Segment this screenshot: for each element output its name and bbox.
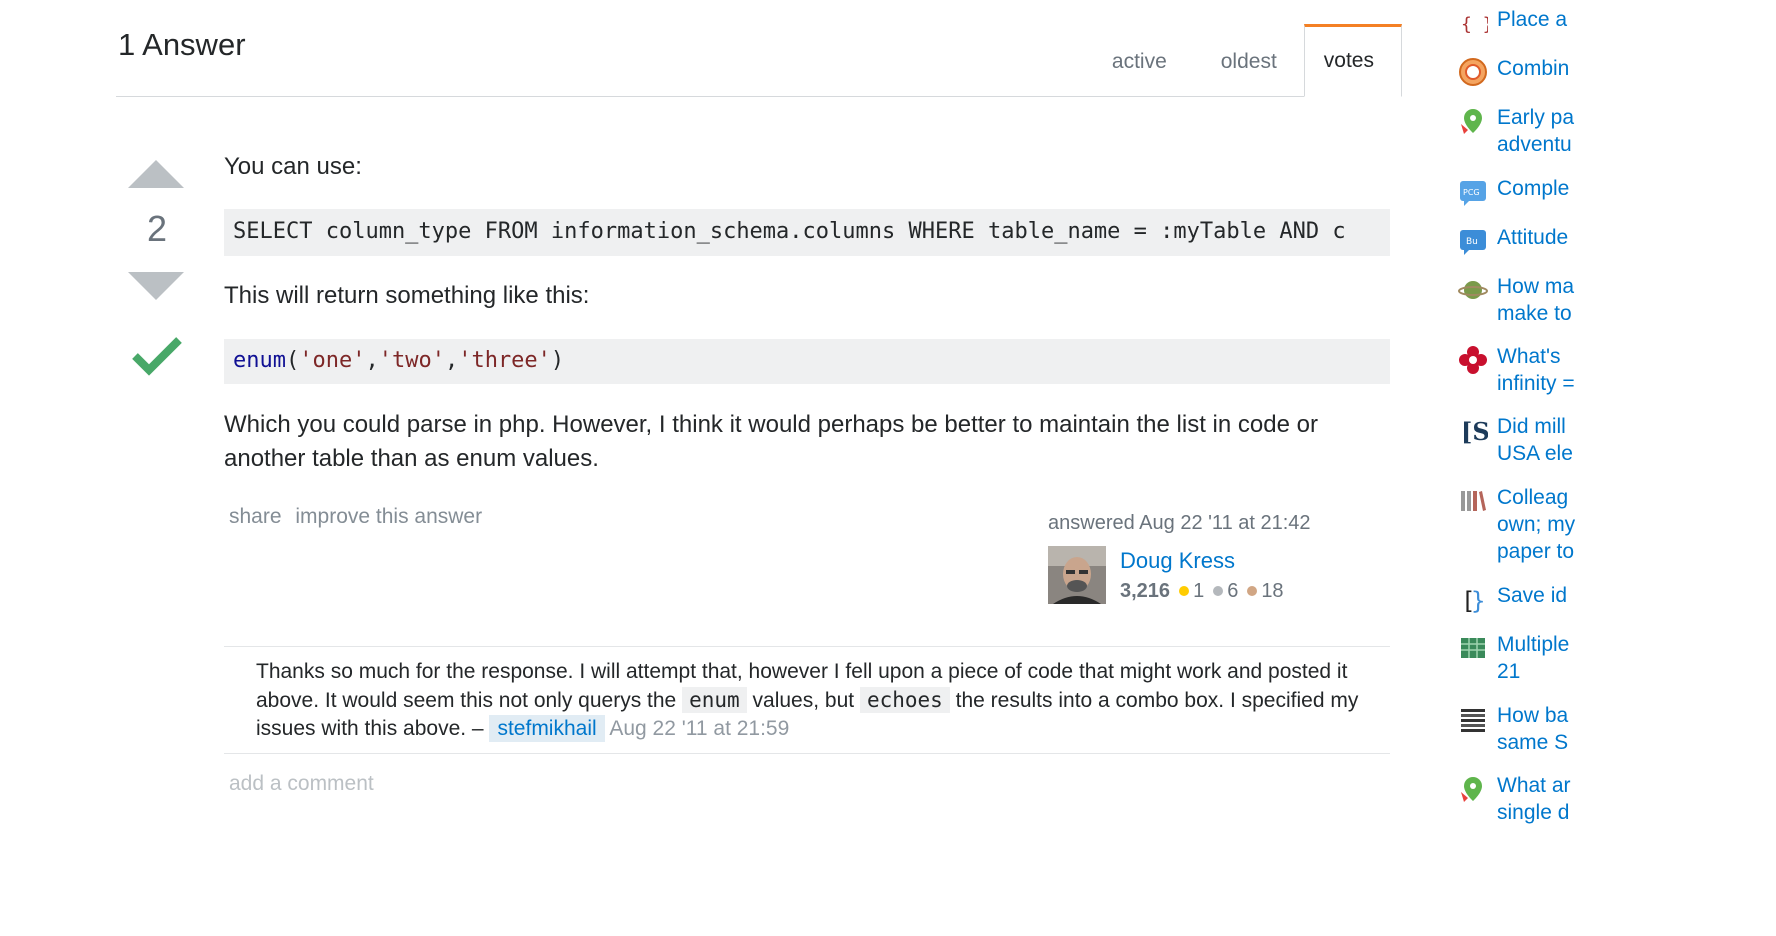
hot-question-link[interactable]: Multiple 21 — [1497, 631, 1569, 685]
hot-question-link[interactable]: What ar single d — [1497, 772, 1571, 826]
svg-text:Bu: Bu — [1466, 237, 1478, 247]
hot-question-link[interactable]: How ma make to — [1497, 273, 1574, 327]
books-icon — [1461, 491, 1486, 511]
answers-count: 1 Answer — [118, 27, 246, 62]
bronze-badge-count: 18 — [1261, 580, 1284, 602]
skeptics-s-icon: [S] — [1461, 417, 1488, 445]
svg-text:PCG: PCG — [1463, 188, 1480, 197]
bronze-badge-icon — [1247, 586, 1258, 597]
code-block-result: enum('one','two','three') — [224, 339, 1390, 384]
tab-votes[interactable]: votes — [1303, 24, 1402, 97]
hot-question-link[interactable]: Combin — [1497, 55, 1569, 82]
answer-intro: You can use: — [224, 153, 362, 180]
silver-badge-icon — [1213, 586, 1224, 597]
upvote-arrow-icon[interactable] — [128, 160, 184, 188]
hot-question-link[interactable]: How ba same S — [1497, 702, 1568, 756]
hot-question-line: Did mill — [1497, 415, 1566, 438]
reputation-score: 3,216 — [1120, 580, 1171, 602]
comment-text: values, but — [752, 689, 855, 712]
tab-oldest[interactable]: oldest — [1194, 50, 1304, 97]
svg-text:[S]: [S] — [1461, 417, 1488, 445]
answered-time: answered Aug 22 '11 at 21:42 — [1048, 512, 1311, 534]
hot-question-line: adventu — [1497, 133, 1572, 156]
hot-question-line: USA ele — [1497, 442, 1573, 465]
mandala-icon — [1459, 58, 1487, 86]
grid-cube-icon — [1461, 638, 1485, 658]
hot-question-line: paper to — [1497, 540, 1575, 563]
hot-question-line: infinity = — [1497, 372, 1575, 395]
hot-question-link[interactable]: Early pa adventu — [1497, 104, 1574, 158]
hot-question-line: 21 — [1497, 660, 1521, 683]
hot-question-link[interactable]: Attitude — [1497, 224, 1568, 251]
hot-question-line: Early pa — [1497, 106, 1575, 129]
planet-icon — [1458, 281, 1488, 299]
bracket-brain-icon: [} — [1461, 587, 1485, 614]
hot-question-link[interactable]: Colleag own; my paper to — [1497, 484, 1575, 565]
answers-header: 1 Answer active oldest votes — [116, 22, 1402, 97]
add-comment-link[interactable]: add a comment — [229, 772, 374, 796]
gold-badge-count: 1 — [1193, 580, 1205, 602]
hot-question-link[interactable]: What's infinity = — [1497, 343, 1575, 397]
svg-text:}: } — [1471, 587, 1485, 614]
answer-conclusion: Which you could parse in php. However, I… — [224, 411, 1318, 472]
code-token: ( — [285, 348, 300, 373]
hot-question-line: own; my — [1497, 513, 1576, 536]
red-flower-icon — [1459, 346, 1487, 374]
pin-balloon-icon — [1461, 777, 1482, 802]
post-menu: share improve this answer — [229, 505, 490, 529]
svg-text:{ }: { } — [1461, 14, 1488, 35]
hot-question-line: make to — [1497, 302, 1572, 325]
hot-question-link[interactable]: Place a — [1497, 6, 1567, 33]
hot-question-line: same S — [1497, 731, 1569, 754]
hot-question-line: What ar — [1497, 774, 1571, 797]
share-link[interactable]: share — [229, 505, 282, 528]
tab-active[interactable]: active — [1085, 50, 1194, 97]
comment: Thanks so much for the response. I will … — [224, 647, 1390, 754]
code-token: ) — [550, 348, 565, 373]
code-token: , — [444, 348, 459, 373]
hot-question-line: Colleag — [1497, 486, 1569, 509]
bars-grid-icon — [1461, 709, 1485, 732]
comments-list: Thanks so much for the response. I will … — [224, 646, 1390, 754]
code-token: enum — [233, 348, 286, 373]
improve-answer-link[interactable]: improve this answer — [295, 505, 482, 528]
code-block-query: SELECT column_type FROM information_sche… — [224, 209, 1390, 256]
comment-date[interactable]: Aug 22 '11 at 21:59 — [609, 717, 789, 740]
pin-balloon-icon — [1461, 109, 1482, 134]
code-token: 'two' — [378, 348, 445, 373]
user-signature: answered Aug 22 '11 at 21:42 Doug Kress … — [1048, 512, 1388, 604]
hot-question-line: Multiple — [1497, 633, 1570, 656]
bu-bubble-icon: Bu — [1460, 230, 1486, 255]
hot-question-link[interactable]: Did mill USA ele — [1497, 413, 1573, 467]
hot-question-line: How ma — [1497, 275, 1575, 298]
user-name-link[interactable]: Doug Kress — [1120, 548, 1235, 574]
comment-inline-code: echoes — [859, 687, 950, 713]
pcg-bubble-icon: PCG — [1460, 181, 1486, 206]
comment-inline-code: enum — [682, 687, 747, 713]
hot-question-line: What's — [1497, 345, 1561, 368]
hot-question-line: How ba — [1497, 704, 1569, 727]
hot-question-link[interactable]: Comple — [1497, 175, 1569, 202]
avatar[interactable] — [1048, 546, 1106, 604]
hot-question-link[interactable]: Save id — [1497, 582, 1567, 609]
gold-badge-icon — [1179, 586, 1190, 597]
accepted-checkmark-icon — [132, 337, 182, 376]
avatar-portrait-icon — [1048, 546, 1106, 604]
hot-question-line: single d — [1497, 801, 1570, 824]
silver-badge-count: 6 — [1227, 580, 1239, 602]
answer-middle: This will return something like this: — [224, 282, 590, 309]
code-token: 'three' — [458, 348, 551, 373]
curly-braces-icon: { } — [1461, 14, 1488, 35]
comment-user-link[interactable]: stefmikhail — [489, 715, 605, 742]
sort-tabs: active oldest votes — [1085, 22, 1402, 97]
user-reputation: 3,216 1 6 18 — [1120, 580, 1284, 603]
code-token: , — [365, 348, 379, 373]
downvote-arrow-icon[interactable] — [128, 272, 184, 300]
vote-count: 2 — [146, 208, 168, 249]
code-token: 'one' — [299, 348, 366, 373]
